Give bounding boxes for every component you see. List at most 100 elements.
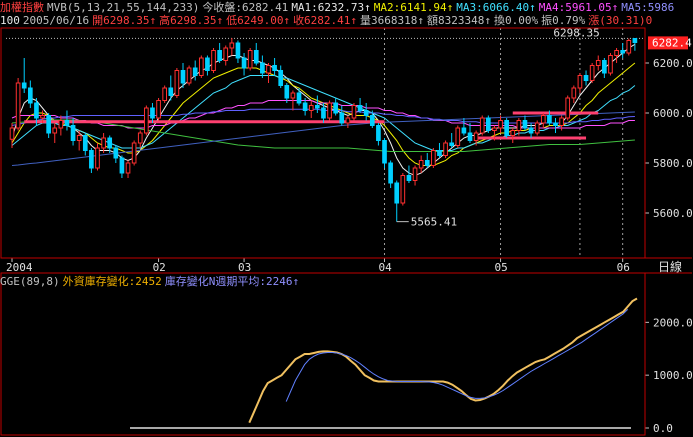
- candle-body: [333, 102, 338, 114]
- candle-body: [608, 55, 613, 74]
- x-tick-label: 06: [617, 261, 630, 274]
- candle-body: [34, 102, 39, 119]
- candle-body: [626, 40, 632, 54]
- header-field: 開6298.35↑: [92, 14, 157, 27]
- header-field: 100: [0, 14, 20, 27]
- candle-body: [449, 142, 455, 146]
- candle-body: [137, 132, 143, 144]
- header-field: 量3668318↑: [360, 14, 425, 27]
- candle-body: [485, 117, 491, 131]
- header-field: GGE(89,8): [0, 275, 60, 288]
- candle-body: [339, 112, 345, 124]
- header-field: 外資庫存變化:2452: [62, 275, 162, 288]
- candle-body: [101, 137, 106, 149]
- gge-series-line: [248, 297, 638, 424]
- candle-body: [412, 167, 418, 181]
- candle-body: [315, 105, 320, 109]
- candle-body: [217, 50, 222, 61]
- candle-body: [64, 120, 70, 126]
- candle-body: [510, 130, 516, 136]
- candle-body: [504, 120, 509, 136]
- candle-body: [473, 132, 479, 141]
- header-field: 2005/06/16: [22, 14, 90, 27]
- candle-body: [424, 160, 430, 166]
- header-field: 庫存變化N週期平均:2246↑: [164, 275, 300, 288]
- candle-body: [431, 150, 436, 166]
- header-field: 收6282.41↑: [293, 14, 358, 27]
- candle-body: [9, 127, 15, 140]
- candle-body: [15, 82, 21, 129]
- y-tick-label: 6200.0: [653, 57, 693, 70]
- candle-body: [632, 38, 638, 43]
- candle-body: [308, 105, 314, 111]
- header-field: 低6249.00↑: [226, 14, 291, 27]
- candle-body: [547, 115, 552, 124]
- indicator-header: GGE(89,8) 外資庫存變化:2452 庫存變化N週期平均:2246↑: [0, 275, 302, 288]
- candle-body: [455, 127, 461, 146]
- candle-body: [58, 120, 64, 129]
- candle-body: [577, 75, 583, 89]
- candle-body: [174, 70, 180, 96]
- candle-body: [443, 142, 448, 156]
- candle-body: [479, 117, 485, 134]
- candle-body: [467, 132, 473, 141]
- candle-body: [351, 105, 357, 119]
- header-field: 漲(30.31)0: [588, 14, 653, 27]
- candle-body: [180, 70, 186, 84]
- candle-body: [107, 137, 113, 149]
- candle-body: [388, 162, 393, 184]
- candle-body: [260, 62, 265, 74]
- low-annotation: 5565.41: [411, 216, 457, 229]
- header-field: MA4:5961.05↑: [538, 1, 619, 14]
- chart-canvas: 5600.05800.06000.06200.06282.46298.35556…: [0, 26, 693, 436]
- candle-body: [113, 147, 119, 159]
- header-field: 加權指數: [0, 1, 44, 14]
- candle-body: [602, 60, 607, 74]
- candle-body: [540, 115, 546, 124]
- candle-body: [492, 127, 497, 131]
- candle-body: [345, 117, 351, 124]
- candle-body: [272, 65, 277, 71]
- header-field: MA1:6232.73↑: [291, 1, 371, 14]
- candle-body: [89, 150, 94, 169]
- candle-body: [186, 67, 192, 84]
- candle-body: [534, 122, 540, 134]
- candle-body: [266, 65, 271, 74]
- candle-body: [52, 127, 58, 134]
- candle-body: [327, 102, 332, 119]
- candle-body: [40, 115, 45, 119]
- candle-body: [595, 60, 601, 66]
- candle-body: [247, 50, 253, 69]
- candle-body: [82, 135, 88, 151]
- candle-body: [614, 50, 619, 56]
- y-tick-label: 1000.0: [653, 369, 693, 382]
- header-row-1: 加權指數 MVB(5,13,21,55,144,233) 今收盤:6282.41 MA…: [0, 1, 677, 14]
- candle-body: [241, 57, 247, 69]
- candle-body: [357, 105, 363, 111]
- x-tick-label: 05: [495, 261, 508, 274]
- candle-body: [589, 65, 595, 81]
- y-tick-label: 0.0: [653, 422, 673, 435]
- candle-body: [376, 125, 381, 141]
- header-field: MA2:6141.94↑: [373, 1, 454, 14]
- candle-body: [382, 140, 387, 164]
- candle-body: [27, 87, 33, 104]
- candle-body: [522, 120, 528, 129]
- header-field: 高6298.35↑: [159, 14, 224, 27]
- candle-body: [21, 82, 27, 89]
- candle-body: [253, 50, 259, 64]
- candle-body: [583, 75, 589, 81]
- candle-body: [498, 120, 503, 129]
- candle-body: [571, 87, 577, 99]
- y-tick-label: 2000.0: [653, 316, 693, 329]
- header-field: 振0.79%: [541, 14, 586, 27]
- y-tick-label: 5600.0: [653, 207, 693, 220]
- y-tick-label: 6000.0: [653, 107, 693, 120]
- candle-body: [284, 85, 290, 99]
- candle-body: [553, 122, 558, 126]
- candle-body: [400, 175, 406, 204]
- candle-body: [223, 47, 229, 61]
- x-tick-label: 02: [153, 261, 166, 274]
- candle-body: [394, 182, 400, 204]
- candle-body: [565, 97, 571, 119]
